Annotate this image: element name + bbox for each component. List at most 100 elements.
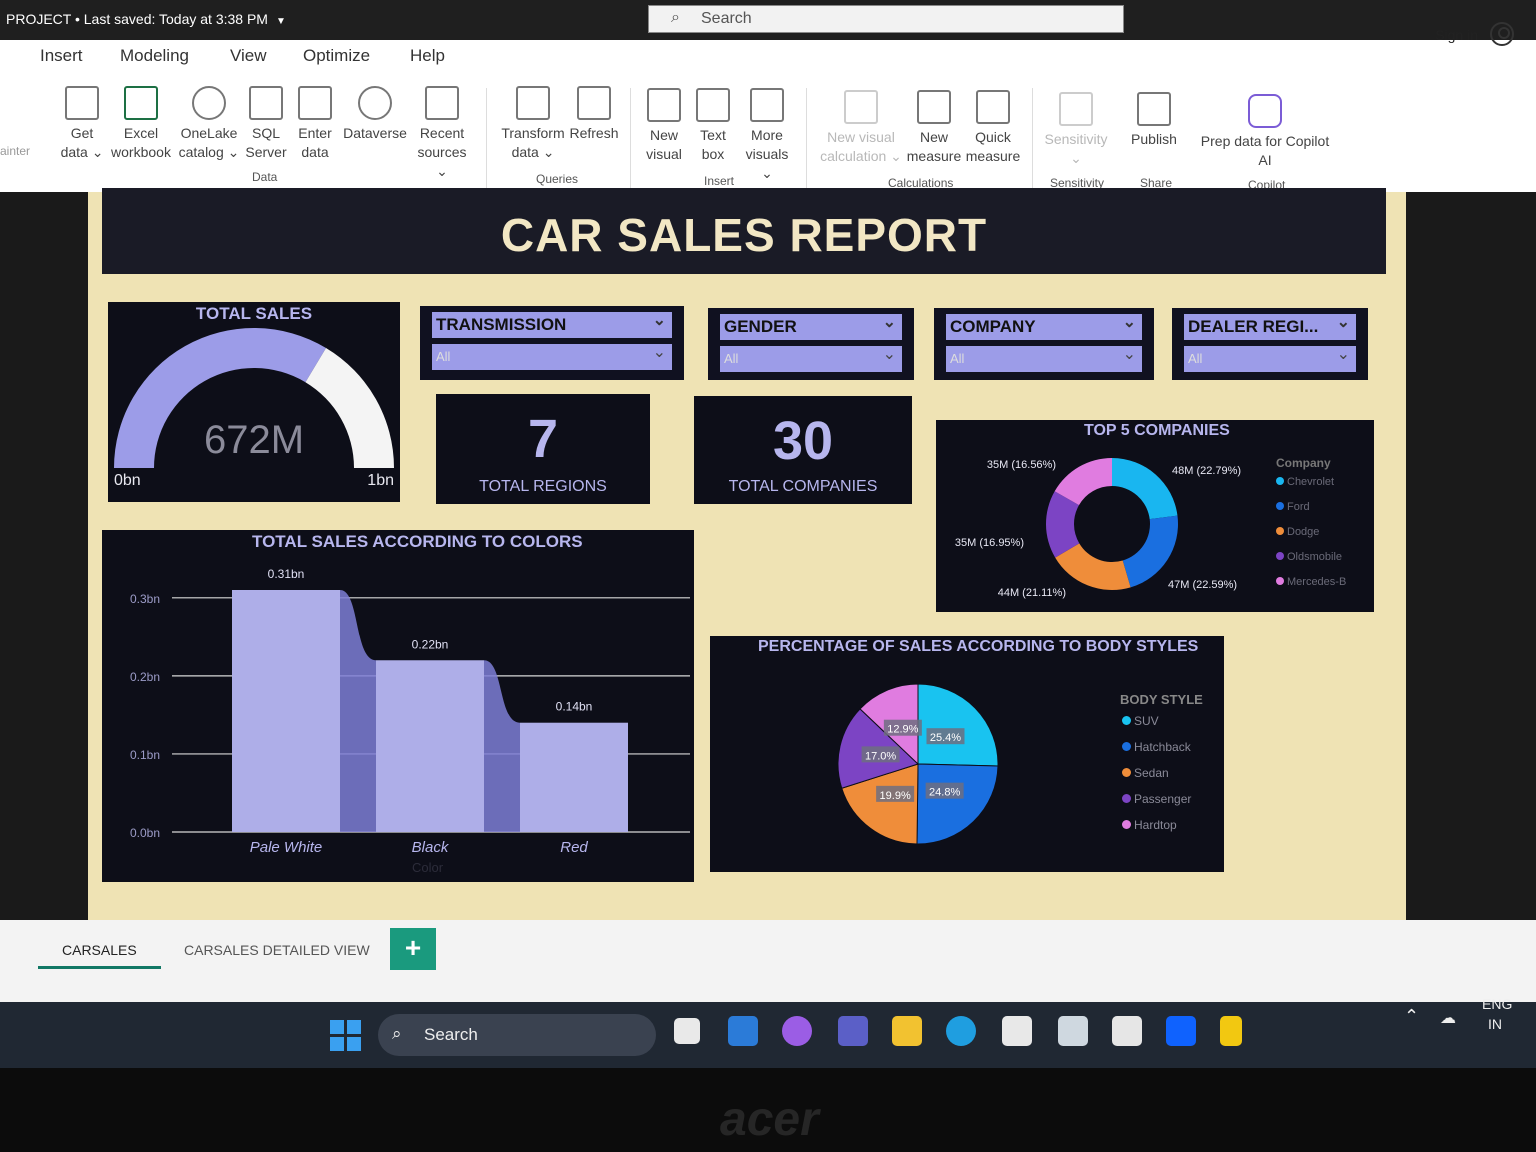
- project-title[interactable]: PROJECT • Last saved: Today at 3:38 PM ▼: [6, 11, 286, 27]
- total-regions-card[interactable]: 7 TOTAL REGIONS: [436, 394, 650, 504]
- more-visuals-icon: [750, 88, 784, 122]
- recent-sources-icon: [425, 86, 459, 120]
- legend-item[interactable]: SUV: [1122, 714, 1191, 740]
- legend-item[interactable]: Hardtop: [1122, 818, 1191, 844]
- teams-icon[interactable]: [838, 1016, 868, 1046]
- total-companies-card[interactable]: 30 TOTAL COMPANIES: [694, 396, 912, 504]
- legend-title: Company: [1276, 456, 1331, 470]
- publish-button[interactable]: Publish: [1126, 92, 1182, 149]
- gender-slicer[interactable]: GENDER All: [708, 308, 914, 380]
- legend-item[interactable]: Dodge: [1276, 526, 1346, 551]
- transform-data-button[interactable]: Transform data ⌄: [498, 86, 568, 162]
- prep-data-copilot-button[interactable]: Prep data for Copilot AI: [1196, 94, 1334, 170]
- slicer-header[interactable]: COMPANY: [946, 310, 1142, 340]
- tab-view[interactable]: View: [230, 46, 267, 66]
- language-indicator[interactable]: ENG: [1482, 996, 1512, 1012]
- gauge-value: 672M: [203, 418, 305, 462]
- add-page-button[interactable]: +: [390, 928, 436, 970]
- region-indicator[interactable]: IN: [1488, 1016, 1502, 1032]
- get-data-button[interactable]: Get data ⌄: [60, 86, 104, 162]
- tab-carsales-detailed-view[interactable]: CARSALES DETAILED VIEW: [184, 942, 370, 958]
- legend-item[interactable]: Sedan: [1122, 766, 1191, 792]
- user-icon[interactable]: [1490, 22, 1514, 46]
- sql-server-icon: [249, 86, 283, 120]
- tab-help[interactable]: Help: [410, 46, 445, 66]
- legend-swatch: [1276, 552, 1284, 560]
- sql-server-button[interactable]: SQL Server: [244, 86, 288, 162]
- taskbar: ⌕ Search ⌃ ☁ ENG IN: [0, 996, 1536, 1068]
- legend-label: Oldsmobile: [1287, 551, 1343, 563]
- quick-measure-button[interactable]: Quick measure: [964, 90, 1022, 166]
- transmission-slicer[interactable]: TRANSMISSION All: [420, 306, 684, 380]
- search-input[interactable]: ⌕ Search: [648, 5, 1124, 33]
- legend-item[interactable]: Ford: [1276, 501, 1346, 526]
- sensitivity-button[interactable]: Sensitivity ⌄: [1042, 92, 1110, 168]
- excel-workbook-button[interactable]: Excel workbook: [108, 86, 174, 162]
- vscode-icon[interactable]: [728, 1016, 758, 1046]
- chevron-down-icon[interactable]: ▼: [276, 16, 286, 27]
- dropbox-icon[interactable]: [1166, 1016, 1196, 1046]
- file-explorer-icon[interactable]: [892, 1016, 922, 1046]
- power-bi-icon[interactable]: [1220, 1016, 1242, 1046]
- legend-swatch: [1122, 794, 1131, 803]
- slicer-dropdown[interactable]: All: [1184, 342, 1356, 372]
- legend-item[interactable]: Chevrolet: [1276, 476, 1346, 501]
- y-tick-label: 0.0bn: [130, 826, 160, 840]
- legend-item[interactable]: Mercedes-B: [1276, 576, 1346, 601]
- slicer-header[interactable]: DEALER REGI...: [1184, 310, 1356, 340]
- slicer-dropdown[interactable]: All: [432, 340, 672, 370]
- legend-title: BODY STYLE: [1120, 692, 1203, 707]
- legend-item[interactable]: Oldsmobile: [1276, 551, 1346, 576]
- tab-modeling[interactable]: Modeling: [120, 46, 189, 66]
- slicer-header[interactable]: TRANSMISSION: [432, 308, 672, 338]
- cut-off-label: ainter: [0, 144, 31, 158]
- legend-swatch: [1122, 742, 1131, 751]
- dealer-region-slicer[interactable]: DEALER REGI... All: [1172, 308, 1368, 380]
- task-view-icon[interactable]: [674, 1018, 700, 1044]
- new-visual-calculation-button[interactable]: New visual calculation ⌄: [818, 90, 904, 166]
- amazon-app-icon[interactable]: [1112, 1016, 1142, 1046]
- top-companies-chart-card[interactable]: TOP 5 COMPANIES 48M (22.79%) 47M (22.59%)…: [936, 420, 1374, 612]
- tab-optimize[interactable]: Optimize: [303, 46, 370, 66]
- text-box-button[interactable]: Text box: [692, 88, 734, 164]
- edge-icon[interactable]: [946, 1016, 976, 1046]
- copilot-icon[interactable]: [782, 1016, 812, 1046]
- body-style-chart-card[interactable]: PERCENTAGE OF SALES ACCORDING TO BODY ST…: [710, 636, 1224, 872]
- legend-item[interactable]: Hatchback: [1122, 740, 1191, 766]
- slicer-header[interactable]: GENDER: [720, 310, 902, 340]
- quick-measure-icon: [976, 90, 1010, 124]
- tab-insert[interactable]: Insert: [40, 46, 83, 66]
- windows-start-icon[interactable]: [330, 1020, 362, 1052]
- x-tick-label: Red: [560, 839, 588, 856]
- divider: [806, 88, 807, 188]
- legend-label: Sedan: [1134, 766, 1169, 780]
- amazon-icon[interactable]: [1058, 1016, 1088, 1046]
- new-measure-button[interactable]: New measure: [906, 90, 962, 166]
- new-visual-button[interactable]: New visual: [642, 88, 686, 164]
- slicer-dropdown[interactable]: All: [720, 342, 902, 372]
- store-icon[interactable]: [1002, 1016, 1032, 1046]
- legend-item[interactable]: Passenger: [1122, 792, 1191, 818]
- company-slicer[interactable]: COMPANY All: [934, 308, 1154, 380]
- tab-carsales[interactable]: CARSALES: [38, 942, 161, 969]
- sign-in-link[interactable]: Sign in: [1435, 27, 1478, 43]
- chevron-up-icon[interactable]: ⌃: [1404, 1006, 1419, 1027]
- gauge-chart: [114, 328, 394, 468]
- total-sales-gauge-card[interactable]: TOTAL SALES 672M 0bn 1bn: [108, 302, 400, 502]
- refresh-button[interactable]: Refresh: [568, 86, 620, 143]
- taskbar-search-input[interactable]: ⌕ Search: [378, 1014, 656, 1056]
- bar-chart-icon: [647, 88, 681, 122]
- data-label: 0.22bn: [412, 637, 449, 651]
- enter-data-button[interactable]: Enter data: [294, 86, 336, 162]
- more-visuals-button[interactable]: More visuals ⌄: [738, 88, 796, 183]
- onelake-catalog-button[interactable]: OneLake catalog ⌄: [176, 86, 242, 162]
- recent-sources-button[interactable]: Recent sources ⌄: [410, 86, 474, 181]
- sales-by-color-chart-card[interactable]: TOTAL SALES ACCORDING TO COLORS 0.0bn 0.1…: [102, 530, 694, 882]
- kpi-label: TOTAL REGIONS: [479, 478, 607, 495]
- y-tick-label: 0.1bn: [130, 748, 160, 762]
- divider: [1032, 88, 1033, 188]
- slicer-dropdown[interactable]: All: [946, 342, 1142, 372]
- dataverse-button[interactable]: Dataverse: [342, 86, 408, 143]
- pie-legend: SUV Hatchback Sedan Passenger Hardtop: [1122, 714, 1191, 844]
- cloud-icon[interactable]: ☁: [1440, 1008, 1456, 1028]
